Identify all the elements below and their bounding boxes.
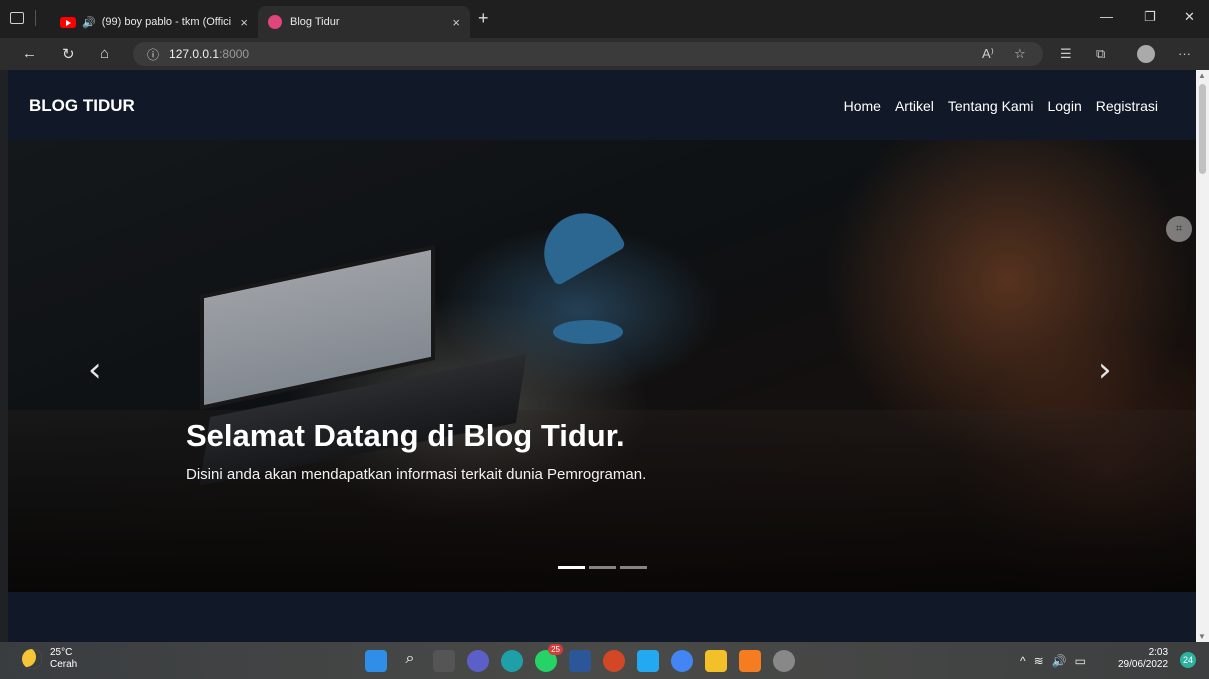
tab-youtube[interactable]: 🔊 (99) boy pablo - tkm (Offici × bbox=[50, 6, 258, 38]
menu-registrasi[interactable]: Registrasi bbox=[1096, 98, 1158, 114]
clock-time: 2:03 bbox=[1148, 647, 1169, 658]
tab-blog-tidur[interactable]: Blog Tidur × bbox=[258, 6, 470, 38]
read-aloud-icon[interactable]: A⁾ bbox=[982, 46, 994, 62]
taskbar-apps: ⌕ 25 bbox=[365, 644, 795, 672]
carousel-indicator-1[interactable] bbox=[558, 566, 585, 569]
close-tab-icon[interactable]: × bbox=[452, 15, 460, 30]
carousel-indicator-2[interactable] bbox=[589, 566, 616, 569]
carousel-indicator-3[interactable] bbox=[620, 566, 647, 569]
search-icon[interactable]: ⌕ bbox=[399, 650, 421, 672]
tab-actions-icon[interactable] bbox=[10, 12, 24, 24]
speaker-icon[interactable]: 🔊 bbox=[82, 16, 96, 29]
hero-carousel: Selamat Datang di Blog Tidur. Disini and… bbox=[8, 140, 1196, 592]
address-bar-row: ← ↻ ⌂ ⓘ 127.0.0.1 :8000 A⁾ ☆ ☰ ⧉ ··· bbox=[0, 38, 1209, 70]
blog-favicon-icon bbox=[268, 15, 282, 29]
hero-overlay bbox=[8, 140, 1196, 592]
settings-gear-icon[interactable] bbox=[773, 650, 795, 672]
whatsapp-badge: 25 bbox=[548, 644, 563, 655]
task-view-icon[interactable] bbox=[433, 650, 455, 672]
volume-icon[interactable]: 🔊 bbox=[1052, 654, 1067, 668]
wifi-icon[interactable]: ≋ bbox=[1034, 654, 1044, 668]
scrollbar[interactable]: ▲ ▼ bbox=[1196, 70, 1209, 642]
teams-chat-icon[interactable] bbox=[467, 650, 489, 672]
system-tray: ^ ≋ 🔊 ▭ bbox=[1020, 654, 1086, 668]
tab-title: (99) boy pablo - tkm (Offici bbox=[101, 16, 232, 28]
main-menu: Home Artikel Tentang Kami Login Registra… bbox=[844, 98, 1158, 114]
carousel-indicators bbox=[558, 566, 647, 569]
clock[interactable]: 2:03 29/06/2022 bbox=[1118, 647, 1168, 671]
clock-date: 29/06/2022 bbox=[1118, 659, 1169, 670]
powerpoint-icon[interactable] bbox=[603, 650, 625, 672]
tab-separator bbox=[35, 10, 36, 26]
file-explorer-icon[interactable] bbox=[705, 650, 727, 672]
menu-tentang-kami[interactable]: Tentang Kami bbox=[948, 98, 1034, 114]
scroll-up-icon[interactable]: ▲ bbox=[1198, 71, 1206, 80]
vscode-icon[interactable] bbox=[637, 650, 659, 672]
collections-icon[interactable]: ⧉ bbox=[1096, 46, 1105, 62]
carousel-prev-button[interactable]: ‹ bbox=[88, 350, 102, 390]
chrome-icon[interactable] bbox=[671, 650, 693, 672]
edge-icon[interactable] bbox=[501, 650, 523, 672]
battery-icon[interactable]: ▭ bbox=[1075, 654, 1086, 668]
url-input[interactable]: ⓘ 127.0.0.1 :8000 bbox=[133, 42, 1043, 66]
site-info-icon[interactable]: ⓘ bbox=[147, 46, 159, 63]
page: BLOG TIDUR Home Artikel Tentang Kami Log… bbox=[8, 70, 1196, 642]
back-icon[interactable]: ← bbox=[22, 45, 37, 62]
tab-bar: 🔊 (99) boy pablo - tkm (Offici × Blog Ti… bbox=[0, 0, 1209, 38]
url-host: 127.0.0.1 bbox=[169, 47, 220, 61]
menu-home[interactable]: Home bbox=[844, 98, 881, 114]
screen: 🔊 (99) boy pablo - tkm (Offici × Blog Ti… bbox=[0, 0, 1209, 679]
more-menu-icon[interactable]: ··· bbox=[1178, 46, 1191, 61]
tab-title: Blog Tidur bbox=[290, 16, 340, 28]
menu-login[interactable]: Login bbox=[1047, 98, 1081, 114]
weather-temperature: 25°C bbox=[50, 647, 73, 658]
minimize-icon[interactable]: — bbox=[1100, 9, 1113, 24]
youtube-icon bbox=[60, 16, 76, 28]
visual-search-icon[interactable]: ⌗ bbox=[1166, 216, 1192, 242]
carousel-caption: Selamat Datang di Blog Tidur. Disini and… bbox=[186, 418, 646, 483]
notification-badge[interactable]: 24 bbox=[1180, 652, 1196, 668]
windows-start-icon[interactable] bbox=[365, 650, 387, 672]
url-port: :8000 bbox=[219, 47, 250, 61]
refresh-icon[interactable]: ↻ bbox=[62, 45, 75, 63]
favorites-list-icon[interactable]: ☰ bbox=[1060, 46, 1072, 62]
favorite-icon[interactable]: ☆ bbox=[1014, 46, 1026, 62]
close-window-icon[interactable]: ✕ bbox=[1184, 9, 1195, 25]
carousel-subtitle: Disini anda akan mendapatkan informasi t… bbox=[186, 466, 647, 483]
weather-condition: Cerah bbox=[50, 659, 78, 670]
weather-widget[interactable]: 25°C Cerah bbox=[22, 647, 77, 671]
xampp-icon[interactable] bbox=[739, 650, 761, 672]
home-icon[interactable]: ⌂ bbox=[100, 45, 109, 62]
carousel-next-button[interactable]: › bbox=[1098, 350, 1112, 390]
new-tab-button[interactable]: + bbox=[478, 8, 489, 29]
profile-avatar[interactable] bbox=[1137, 45, 1155, 63]
carousel-title: Selamat Datang di Blog Tidur. bbox=[186, 418, 625, 453]
close-tab-icon[interactable]: × bbox=[240, 15, 248, 30]
scroll-down-icon[interactable]: ▼ bbox=[1198, 632, 1206, 641]
word-icon[interactable] bbox=[569, 650, 591, 672]
whatsapp-icon[interactable]: 25 bbox=[535, 644, 563, 672]
weather-sun-icon bbox=[22, 649, 42, 669]
taskbar: 25°C Cerah ⌕ 25 ^ ≋ 🔊 ▭ 2:03 29/06/2022 … bbox=[0, 642, 1209, 679]
scroll-thumb[interactable] bbox=[1199, 84, 1206, 174]
restore-icon[interactable]: ❐ bbox=[1144, 9, 1156, 25]
navbar: BLOG TIDUR Home Artikel Tentang Kami Log… bbox=[8, 70, 1196, 140]
show-hidden-icons-icon[interactable]: ^ bbox=[1020, 654, 1026, 668]
menu-artikel[interactable]: Artikel bbox=[895, 98, 934, 114]
brand-logo[interactable]: BLOG TIDUR bbox=[29, 96, 135, 116]
